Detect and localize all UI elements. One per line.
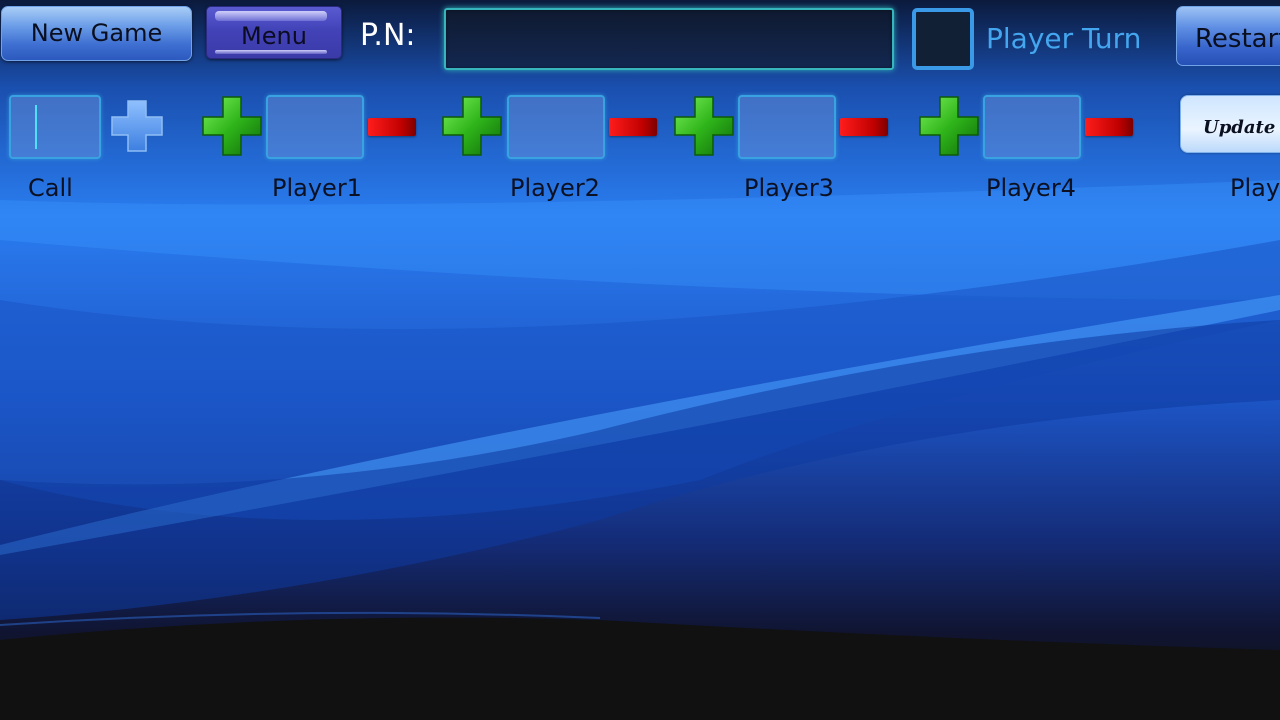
player1-label: Player1	[272, 174, 362, 202]
player-name-input[interactable]	[444, 8, 894, 70]
new-game-button[interactable]: New Game	[1, 6, 192, 61]
player4-minus-icon[interactable]	[1085, 118, 1133, 136]
pn-label: P.N:	[360, 18, 416, 53]
player4-label: Player4	[986, 174, 1076, 202]
background-wallpaper	[0, 0, 1280, 720]
update-button[interactable]: Update	[1180, 95, 1280, 153]
call-input[interactable]	[9, 95, 101, 159]
player4-plus-icon[interactable]	[918, 95, 980, 157]
restart-button[interactable]: Restart	[1176, 6, 1280, 66]
call-plus-icon[interactable]	[106, 95, 168, 157]
menu-button[interactable]: Menu	[206, 6, 342, 59]
player3-minus-icon[interactable]	[840, 118, 888, 136]
player3-label: Player3	[744, 174, 834, 202]
player4-score-input[interactable]	[983, 95, 1081, 159]
player2-label: Player2	[510, 174, 600, 202]
player2-plus-icon[interactable]	[441, 95, 503, 157]
player2-score-input[interactable]	[507, 95, 605, 159]
player1-plus-icon[interactable]	[201, 95, 263, 157]
player2-minus-icon[interactable]	[609, 118, 657, 136]
player1-minus-icon[interactable]	[368, 118, 416, 136]
player-turn-label: Player Turn	[986, 22, 1142, 55]
menu-button-label: Menu	[241, 22, 307, 50]
player3-score-input[interactable]	[738, 95, 836, 159]
player1-score-input[interactable]	[266, 95, 364, 159]
text-caret	[35, 105, 37, 149]
player-turn-checkbox[interactable]	[912, 8, 974, 70]
call-label: Call	[28, 174, 73, 202]
player3-plus-icon[interactable]	[673, 95, 735, 157]
extra-column-label: Play	[1230, 174, 1280, 202]
